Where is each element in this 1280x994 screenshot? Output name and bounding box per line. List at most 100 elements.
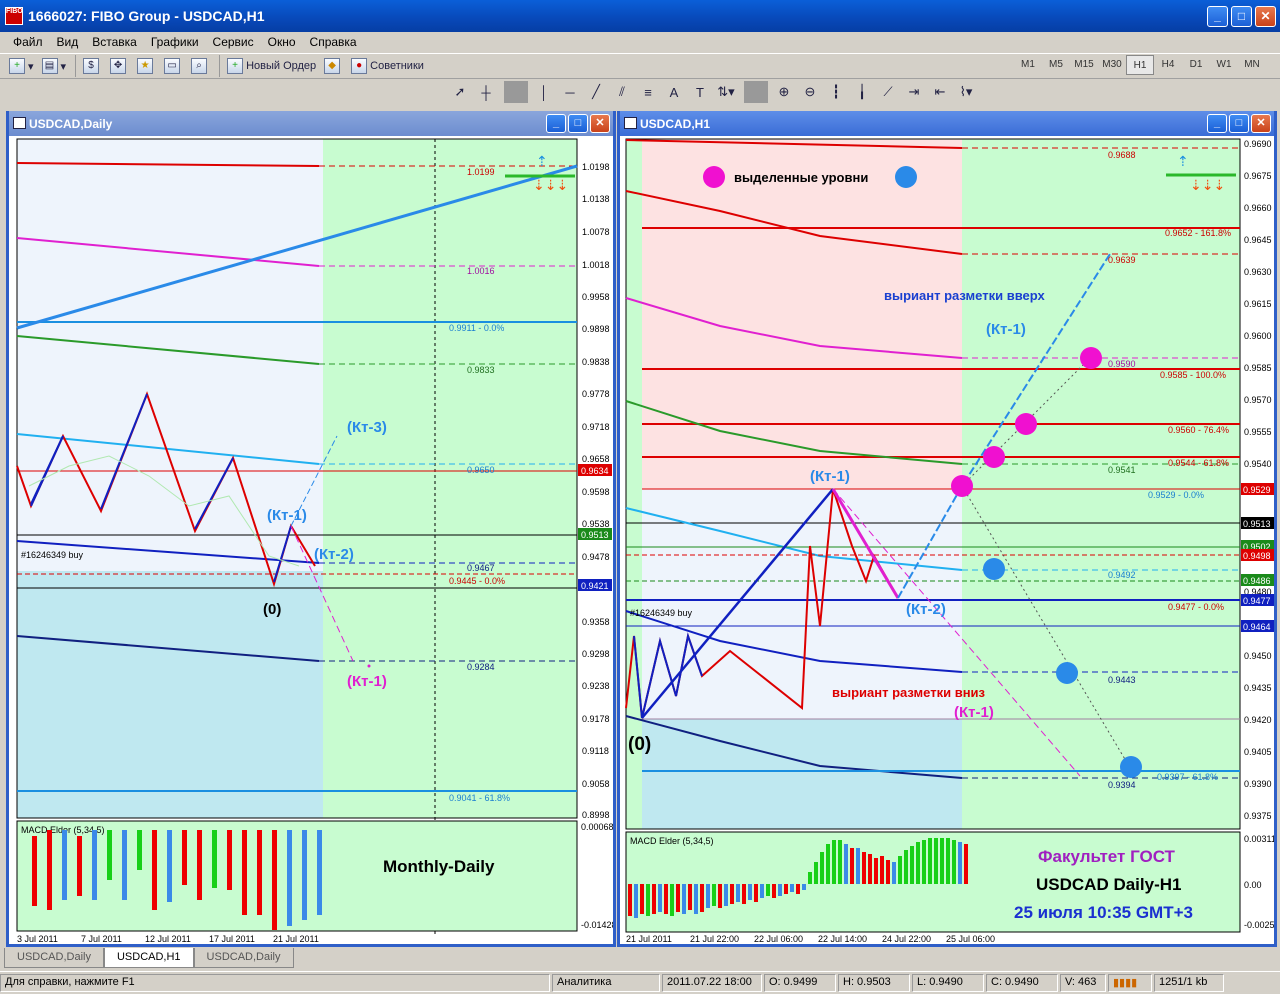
tf-mn[interactable]: MN xyxy=(1238,55,1266,75)
axis-tick: 0.9600 xyxy=(1244,331,1272,341)
menu-view[interactable]: Вид xyxy=(50,35,86,49)
tf-d1[interactable]: D1 xyxy=(1182,55,1210,75)
level-label: 0.9445 - 0.0% xyxy=(449,576,505,586)
maximize-button[interactable]: □ xyxy=(1231,6,1252,27)
label-tool[interactable]: T xyxy=(688,81,712,103)
axis-tick: 0.9570 xyxy=(1244,395,1272,405)
axis-tick: 0.9238 xyxy=(582,681,610,691)
fibo-tool[interactable]: ≡ xyxy=(636,81,660,103)
close-button[interactable]: ✕ xyxy=(1255,6,1276,27)
level-label: 0.9560 - 76.4% xyxy=(1168,425,1229,435)
tab-usdcad-daily[interactable]: USDCAD,Daily xyxy=(4,948,104,968)
tf-m5[interactable]: M5 xyxy=(1042,55,1070,75)
level-label: 0.9652 - 161.8% xyxy=(1165,228,1231,238)
window-titlebar: FIBO 1666027: FIBO Group - USDCAD,H1 _ □… xyxy=(0,0,1280,32)
level-label: 0.9590 xyxy=(1108,359,1136,369)
tf-w1[interactable]: W1 xyxy=(1210,55,1238,75)
level-label: 0.9477 - 0.0% xyxy=(1168,602,1224,612)
menu-bar: Файл Вид Вставка Графики Сервис Окно Спр… xyxy=(0,32,1280,52)
navigator-button[interactable]: ★ xyxy=(134,55,159,77)
candle-chart-button[interactable]: ╽ xyxy=(850,81,874,103)
menu-help[interactable]: Справка xyxy=(303,35,364,49)
new-order-button[interactable]: + Новый Ордер xyxy=(224,55,319,77)
trendline-icon: ╱ xyxy=(592,84,600,99)
tf-h4[interactable]: H4 xyxy=(1154,55,1182,75)
tf-m1[interactable]: M1 xyxy=(1014,55,1042,75)
market-watch-button[interactable]: $ xyxy=(80,55,105,77)
menu-window[interactable]: Окно xyxy=(261,35,303,49)
axis-tick: 0.9630 xyxy=(1244,267,1272,277)
menu-charts[interactable]: Графики xyxy=(144,35,206,49)
menu-file[interactable]: Файл xyxy=(6,35,50,49)
profiles-button[interactable]: ▤ ▾ xyxy=(39,55,70,77)
axis-tick: 0.9178 xyxy=(582,714,610,724)
minimize-button[interactable]: _ xyxy=(1207,6,1228,27)
new-chart-button[interactable]: + ▾ xyxy=(6,55,37,77)
data-window-button[interactable]: ✥ xyxy=(107,55,132,77)
channel-tool[interactable]: ⫽ xyxy=(610,81,634,103)
h1-chart-canvas[interactable]: выделенные уровни выриант разметки вверх… xyxy=(620,136,1274,944)
profiles-icon: ▤ xyxy=(41,58,58,74)
connection-bars-icon: ▮▮▮▮ xyxy=(1108,973,1152,992)
text-tool[interactable]: A xyxy=(662,81,686,103)
chart-shift-button[interactable]: ⇤ xyxy=(928,81,952,103)
zero-label: (0) xyxy=(628,734,651,755)
child-minimize-button[interactable]: _ xyxy=(546,114,566,133)
daily-chart-canvas[interactable]: ⇡ ⇣⇣⇣ 1.0199 1.0016 0.9911 - 0.0% 0.9833… xyxy=(9,136,613,944)
child-minimize-button[interactable]: _ xyxy=(1207,114,1227,133)
status-help: Для справки, нажмите F1 xyxy=(0,973,550,992)
axis-tick: 0.9555 xyxy=(1244,427,1272,437)
child-close-button[interactable]: ✕ xyxy=(1251,114,1271,133)
advisors-button[interactable]: ● Советники xyxy=(348,55,427,77)
chart-window-titlebar: USDCAD,Daily _ □ ✕ xyxy=(9,111,613,136)
indicators-button[interactable]: ⌇▾ xyxy=(954,81,978,103)
experts-toggle-button[interactable]: ◆ xyxy=(321,55,346,77)
child-maximize-button[interactable]: □ xyxy=(1229,114,1249,133)
bar-chart-button[interactable]: ┇ xyxy=(824,81,848,103)
status-profile[interactable]: Аналитика xyxy=(552,973,660,992)
status-close: C: 0.9490 xyxy=(986,973,1058,992)
axis-tick: 1.0018 xyxy=(582,260,610,270)
bar-chart-icon: ┇ xyxy=(832,84,840,99)
advisor-icon: ● xyxy=(351,58,368,74)
line-chart-button[interactable]: ⟋ xyxy=(876,81,900,103)
horizontal-line-tool[interactable]: ─ xyxy=(558,81,582,103)
caption-symbol: USDCAD Daily-H1 xyxy=(1036,875,1181,894)
chart-window-icon xyxy=(13,117,26,129)
vertical-line-tool[interactable]: │ xyxy=(532,81,556,103)
tab-usdcad-h1[interactable]: USDCAD,H1 xyxy=(103,948,194,968)
level-label: 0.9544 - 61.8% xyxy=(1168,458,1229,468)
cursor-tool[interactable]: ➚ xyxy=(448,81,472,103)
child-close-button[interactable]: ✕ xyxy=(590,114,610,133)
axis-tick: 0.9958 xyxy=(582,292,610,302)
tf-m15[interactable]: M15 xyxy=(1070,55,1098,75)
axis-tick: 0.9435 xyxy=(1244,683,1272,693)
tester-button[interactable]: ⌕ xyxy=(188,55,213,77)
axis-tick: 1.0138 xyxy=(582,194,610,204)
axis-tick: 0.9660 xyxy=(1244,203,1272,213)
menu-tools[interactable]: Сервис xyxy=(206,35,261,49)
drawing-toolbar: ➚ ┼ │ ─ ╱ ⫽ ≡ A T ⇅▾ ⊕ ⊖ ┇ ╽ ⟋ ⇥ ⇤ ⌇▾ xyxy=(448,80,980,104)
autoscroll-button[interactable]: ⇥ xyxy=(902,81,926,103)
level-label: 1.0199 xyxy=(467,167,495,177)
level-label: 0.9467 xyxy=(467,563,495,573)
tf-h1[interactable]: H1 xyxy=(1126,55,1154,75)
trendline-tool[interactable]: ╱ xyxy=(584,81,608,103)
zero-label: (0) xyxy=(263,601,281,618)
zoom-in-icon: ⊕ xyxy=(778,84,790,99)
tf-m30[interactable]: M30 xyxy=(1098,55,1126,75)
zoom-in-button[interactable]: ⊕ xyxy=(772,81,796,103)
tab-usdcad-daily-2[interactable]: USDCAD,Daily xyxy=(193,948,294,968)
signal-up-icon: ⇡ xyxy=(536,153,548,169)
price-tag: 0.9421 xyxy=(581,581,609,591)
zoom-out-button[interactable]: ⊖ xyxy=(798,81,822,103)
arrows-tool[interactable]: ⇅▾ xyxy=(714,81,738,103)
kt1-top-label: (Кт-1) xyxy=(810,468,850,485)
menu-insert[interactable]: Вставка xyxy=(85,35,144,49)
child-maximize-button[interactable]: □ xyxy=(568,114,588,133)
crosshair-tool[interactable]: ┼ xyxy=(474,81,498,103)
price-tag: 0.9464 xyxy=(1243,622,1271,632)
terminal-button[interactable]: ▭ xyxy=(161,55,186,77)
status-volume: V: 463 xyxy=(1060,973,1106,992)
time-tick: 7 Jul 2011 xyxy=(81,934,122,944)
